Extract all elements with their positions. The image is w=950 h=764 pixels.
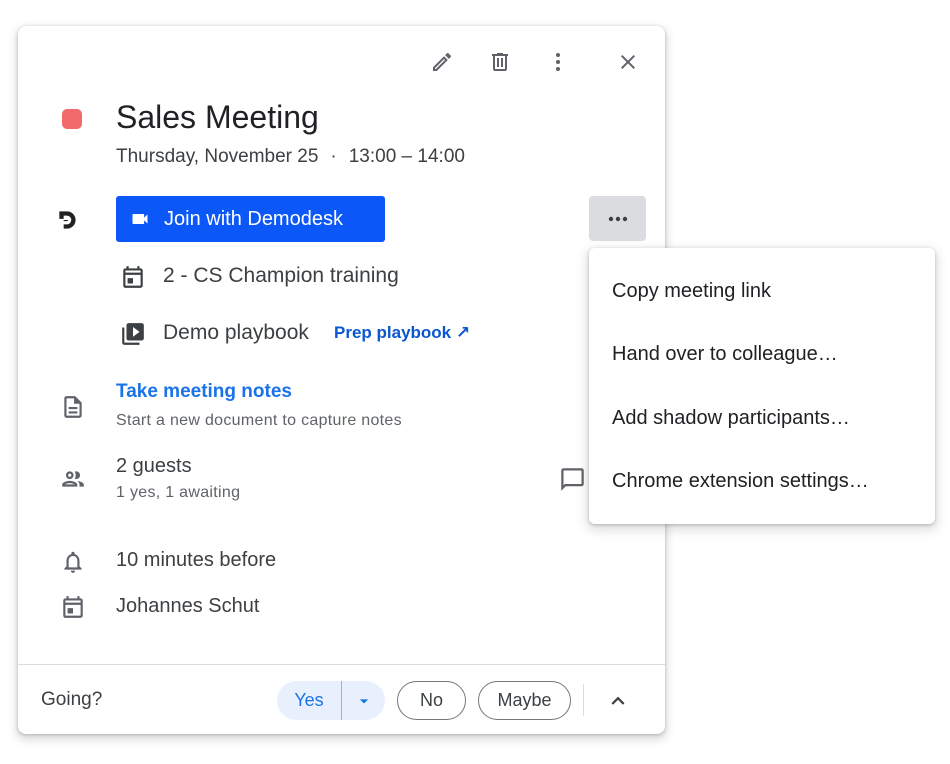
menu-item-hand-over[interactable]: Hand over to colleague… (589, 323, 935, 385)
playbook-name: Demo playbook (163, 321, 309, 344)
event-title: Sales Meeting (116, 99, 319, 135)
join-demodesk-label: Join with Demodesk (164, 207, 343, 230)
more-options-button[interactable] (538, 42, 578, 82)
datetime-separator: · (330, 146, 337, 167)
join-demodesk-button[interactable]: Join with Demodesk (116, 196, 385, 242)
prep-playbook-link[interactable]: Prep playbook ↗ (334, 323, 470, 343)
event-datetime: Thursday, November 25 · 13:00 – 14:00 (116, 146, 465, 168)
caret-down-icon (359, 698, 368, 703)
playbook-icon (119, 320, 147, 348)
more-vert-icon (556, 53, 560, 71)
footer-divider (18, 664, 665, 665)
rsvp-label: Going? (41, 689, 103, 710)
close-icon (621, 55, 635, 69)
demodesk-more-button[interactable] (589, 196, 646, 241)
menu-item-extension-settings[interactable]: Chrome extension settings… (589, 450, 935, 512)
event-color-indicator (62, 109, 82, 129)
more-horiz-icon (608, 216, 627, 221)
guest-count: 2 guests (116, 455, 192, 477)
edit-button[interactable] (422, 42, 462, 82)
delete-button[interactable] (480, 42, 520, 82)
rsvp-yes-group: Yes (277, 681, 385, 720)
notes-subtitle: Start a new document to capture notes (116, 412, 402, 429)
calendar-icon (119, 263, 147, 291)
trash-icon (492, 53, 508, 71)
event-detail-card: Sales Meeting Thursday, November 25 · 13:0… (18, 26, 665, 734)
rsvp-no-button[interactable]: No (397, 681, 466, 720)
menu-item-copy-meeting-link[interactable]: Copy meeting link (589, 260, 935, 322)
take-meeting-notes-link[interactable]: Take meeting notes (116, 381, 292, 403)
bell-icon (59, 548, 87, 576)
event-date: Thursday, November 25 (116, 146, 319, 167)
calendar-owner-icon (59, 593, 87, 621)
rsvp-yes-button[interactable]: Yes (277, 681, 342, 720)
menu-item-add-shadow-participants[interactable]: Add shadow participants… (589, 387, 935, 449)
people-icon (59, 465, 87, 493)
pencil-icon (433, 52, 452, 71)
chevron-up-icon (611, 696, 625, 705)
guest-summary: 1 yes, 1 awaiting (116, 484, 241, 501)
document-icon (59, 393, 87, 421)
video-camera-icon (132, 214, 148, 224)
rsvp-options-dropdown[interactable] (342, 681, 385, 720)
meeting-template: 2 - CS Champion training (163, 264, 399, 287)
message-guests-icon[interactable] (559, 466, 587, 494)
close-button[interactable] (608, 42, 648, 82)
demodesk-logo-icon (54, 206, 82, 234)
reminder-text: 10 minutes before (116, 549, 277, 571)
event-time: 13:00 – 14:00 (348, 146, 465, 167)
organizer-name: Johannes Schut (116, 595, 260, 617)
demodesk-options-menu: Copy meeting link Hand over to colleague… (589, 248, 935, 524)
footer-separator (583, 684, 584, 716)
rsvp-maybe-button[interactable]: Maybe (478, 681, 571, 720)
expand-button[interactable] (603, 686, 633, 716)
